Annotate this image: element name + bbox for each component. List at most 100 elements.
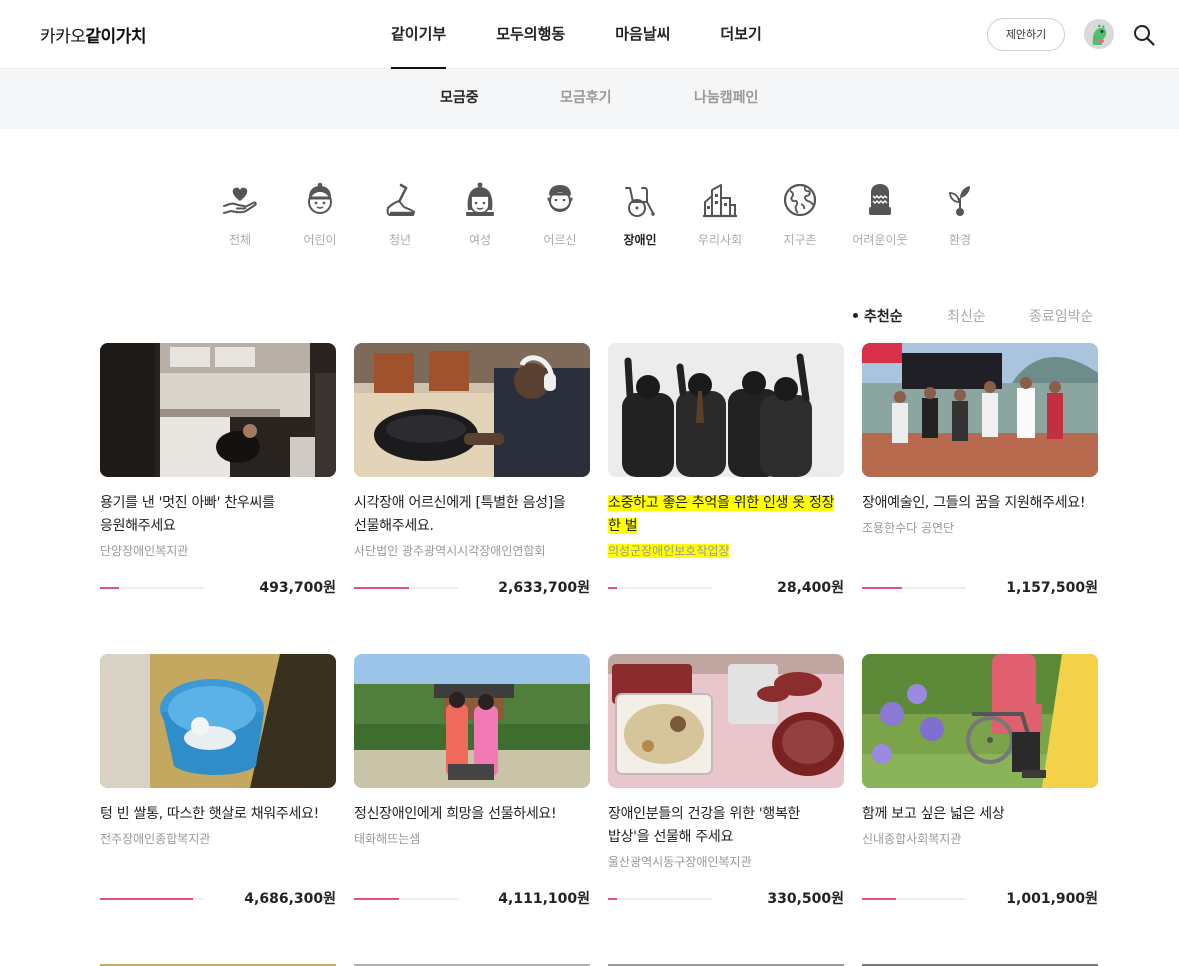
- nav-more[interactable]: 더보기: [720, 0, 761, 69]
- card-footer: 2,633,700원: [354, 577, 590, 597]
- child-icon: [308, 182, 332, 214]
- fundraising-card[interactable]: 소중하고 좋은 추억을 위한 인생 옷 정장 한 벌 의성군장애인보호작업장 2…: [608, 343, 844, 596]
- card-organization: 신내종합사회복지관: [862, 832, 962, 846]
- card-footer: 493,700원: [100, 577, 336, 597]
- category-disabled[interactable]: 장애인: [600, 180, 680, 248]
- mitten-icon: [869, 184, 891, 215]
- category-children[interactable]: 어린이: [280, 180, 360, 248]
- nav-mind-weather[interactable]: 마음날씨: [615, 0, 670, 69]
- progress-fill: [862, 587, 902, 589]
- raised-amount: 493,700원: [259, 580, 336, 596]
- woman-icon: [466, 182, 494, 216]
- raised-amount: 4,686,300원: [244, 891, 336, 907]
- progress-fill: [354, 587, 410, 589]
- logo-text-bold: 같이가치: [85, 27, 146, 47]
- sort-ending-soon[interactable]: 종료임박순: [1029, 306, 1093, 326]
- sort-latest[interactable]: 최신순: [947, 306, 986, 326]
- card-title[interactable]: 텅 빈 쌀통, 따스한 햇살로 채워주세요!: [100, 803, 336, 826]
- highlighted-organization: 의성군장애인보호작업장: [608, 544, 730, 558]
- category-label: 어르신: [543, 233, 577, 247]
- search-icon[interactable]: [1133, 24, 1155, 46]
- progress-fill: [608, 898, 618, 900]
- card-organization: 조용한수다 공연단: [862, 521, 955, 535]
- category-label: 청년: [388, 233, 412, 247]
- category-filter: 전체 어린이 청년 여성 어르신 장애인 우리사회 지구촌 어려운이웃 환경: [200, 180, 980, 250]
- raised-amount: 28,400원: [777, 580, 844, 596]
- progress-fill: [100, 898, 193, 900]
- category-label: 여성: [468, 233, 492, 247]
- category-global[interactable]: 지구촌: [760, 180, 840, 248]
- category-elderly[interactable]: 어르신: [520, 180, 600, 248]
- heart-hand-icon: [223, 187, 257, 214]
- card-thumbnail[interactable]: [862, 654, 1098, 788]
- category-neighbors[interactable]: 어려운이웃: [840, 180, 920, 248]
- card-title[interactable]: 용기를 낸 '멋진 아빠' 찬우씨를 응원해주세요: [100, 492, 336, 538]
- card-title[interactable]: 시각장애 어르신에게 [특별한 음성]을 선물해주세요.: [354, 492, 590, 538]
- card-organization: 전주장애인종합복지관: [100, 832, 211, 846]
- fundraising-card[interactable]: 시각장애 어르신에게 [특별한 음성]을 선물해주세요. 사단법인 광주광역시시…: [354, 343, 590, 596]
- category-society[interactable]: 우리사회: [680, 180, 760, 248]
- progress-bar: [862, 587, 966, 589]
- progress-bar: [608, 898, 712, 900]
- sub-nav: 모금중 모금후기 나눔캠페인: [0, 69, 1179, 129]
- card-thumbnail[interactable]: [354, 343, 590, 477]
- card-title[interactable]: 장애예술인, 그들의 꿈을 지원해주세요!: [862, 492, 1098, 515]
- category-all[interactable]: 전체: [200, 180, 280, 248]
- elder-icon: [547, 185, 573, 212]
- sub-tab-fundraising[interactable]: 모금중: [440, 69, 479, 129]
- card-organization: 태화해뜨는샘: [354, 832, 421, 846]
- category-label: 어려운이웃: [852, 233, 908, 247]
- card-thumbnail[interactable]: [100, 343, 336, 477]
- raised-amount: 1,001,900원: [1006, 891, 1098, 907]
- fundraising-card[interactable]: 용기를 낸 '멋진 아빠' 찬우씨를 응원해주세요 단양장애인복지관 493,7…: [100, 343, 336, 596]
- progress-bar: [100, 898, 204, 900]
- fundraising-card[interactable]: 장애인분들의 건강을 위한 '행복한 밥상'을 선물해 주세요 울산광역시동구장…: [608, 654, 844, 907]
- card-title[interactable]: 장애인분들의 건강을 위한 '행복한 밥상'을 선물해 주세요: [608, 803, 844, 849]
- card-thumbnail[interactable]: [862, 343, 1098, 477]
- fundraising-card[interactable]: 텅 빈 쌀통, 따스한 햇살로 채워주세요! 전주장애인종합복지관 4,686,…: [100, 654, 336, 907]
- card-organization: 울산광역시동구장애인복지관: [608, 855, 752, 869]
- highlighted-title: 소중하고 좋은 추억을 위한 인생 옷 정장 한 벌: [608, 495, 835, 534]
- progress-fill: [354, 898, 399, 900]
- progress-fill: [100, 587, 119, 589]
- buildings-icon: [703, 184, 737, 218]
- card-organization: 의성군장애인보호작업장: [608, 542, 844, 559]
- card-title[interactable]: 함께 보고 싶은 넓은 세상: [862, 803, 1098, 826]
- card-footer: 1,001,900원: [862, 888, 1098, 908]
- sprout-icon: [949, 186, 970, 216]
- sort-active-dot: [853, 312, 858, 318]
- kakao-together-logo[interactable]: 카카오같이가치: [40, 22, 146, 47]
- category-women[interactable]: 여성: [440, 180, 520, 248]
- raised-amount: 2,633,700원: [498, 580, 590, 596]
- progress-bar: [354, 587, 458, 589]
- card-footer: 28,400원: [608, 577, 844, 597]
- nav-together-action[interactable]: 모두의행동: [496, 0, 565, 69]
- card-organization: 단양장애인복지관: [100, 544, 189, 558]
- sort-recommended[interactable]: 추천순: [853, 306, 903, 326]
- sub-tab-reviews[interactable]: 모금후기: [560, 69, 612, 129]
- card-thumbnail[interactable]: [100, 654, 336, 788]
- card-thumbnail[interactable]: [608, 654, 844, 788]
- category-youth[interactable]: 청년: [360, 180, 440, 248]
- category-environment[interactable]: 환경: [920, 180, 1000, 248]
- fundraising-card[interactable]: 함께 보고 싶은 넓은 세상 신내종합사회복지관 1,001,900원: [862, 654, 1098, 907]
- progress-bar: [862, 898, 966, 900]
- category-label: 전체: [228, 233, 252, 247]
- progress-bar: [608, 587, 712, 589]
- card-thumbnail[interactable]: [354, 654, 590, 788]
- raised-amount: 4,111,100원: [498, 891, 590, 907]
- fundraising-card[interactable]: 정신장애인에게 희망을 선물하세요! 태화해뜨는샘 4,111,100원: [354, 654, 590, 907]
- logo-text-light: 카카오: [40, 27, 86, 47]
- dinosaur-avatar-icon[interactable]: [1084, 19, 1114, 49]
- propose-button[interactable]: 제안하기: [987, 18, 1065, 51]
- card-thumbnail[interactable]: [608, 343, 844, 477]
- fundraising-card[interactable]: 장애예술인, 그들의 꿈을 지원해주세요! 조용한수다 공연단 1,157,50…: [862, 343, 1098, 596]
- walking-shoe-icon: [386, 183, 416, 216]
- nav-donation[interactable]: 같이기부: [391, 0, 447, 69]
- card-title[interactable]: 소중하고 좋은 추억을 위한 인생 옷 정장 한 벌: [608, 492, 844, 538]
- progress-bar: [100, 587, 204, 589]
- card-footer: 330,500원: [608, 888, 844, 908]
- sub-tab-campaigns[interactable]: 나눔캠페인: [694, 69, 758, 129]
- sort-label: 추천순: [864, 309, 903, 325]
- card-title[interactable]: 정신장애인에게 희망을 선물하세요!: [354, 803, 590, 826]
